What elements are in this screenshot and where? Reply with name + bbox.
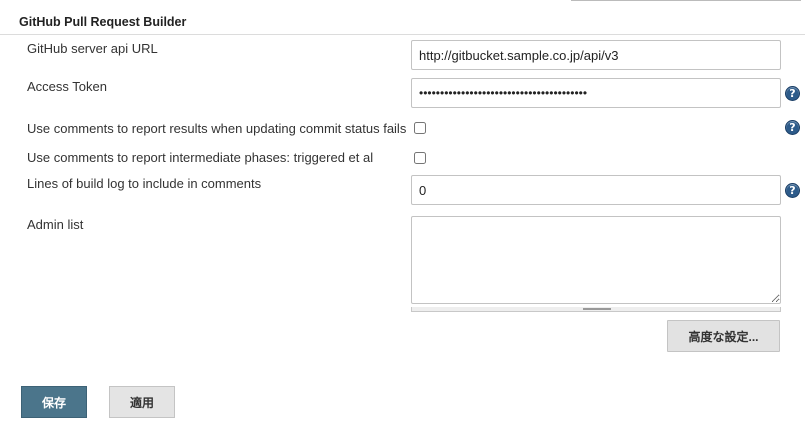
advanced-settings-button[interactable]: 高度な設定...: [667, 320, 780, 352]
comment-status-fail-help-icon[interactable]: ?: [785, 120, 800, 135]
admin-list-textarea[interactable]: [411, 216, 781, 304]
server-api-url-label: GitHub server api URL: [27, 41, 158, 56]
admin-list-resize-handle[interactable]: [411, 307, 781, 312]
comment-intermediate-label: Use comments to report intermediate phas…: [27, 150, 374, 165]
section-title: GitHub Pull Request Builder: [19, 15, 187, 29]
build-log-lines-input[interactable]: [411, 175, 781, 205]
access-token-input[interactable]: [411, 78, 781, 108]
section-divider: [0, 34, 805, 35]
server-api-url-input[interactable]: [411, 40, 781, 70]
save-button[interactable]: 保存: [21, 386, 87, 418]
comment-intermediate-checkbox[interactable]: [414, 152, 426, 164]
resize-grip-icon: [583, 308, 611, 310]
admin-list-label: Admin list: [27, 217, 84, 232]
apply-button[interactable]: 適用: [109, 386, 175, 418]
comment-status-fail-checkbox[interactable]: [414, 122, 426, 134]
comment-status-fail-label: Use comments to report results when upda…: [27, 121, 407, 136]
access-token-label: Access Token: [27, 79, 107, 94]
access-token-help-icon[interactable]: ?: [785, 86, 800, 101]
build-log-lines-label: Lines of build log to include in comment…: [27, 176, 262, 191]
previous-section-field: [571, 0, 801, 1]
build-log-lines-help-icon[interactable]: ?: [785, 183, 800, 198]
